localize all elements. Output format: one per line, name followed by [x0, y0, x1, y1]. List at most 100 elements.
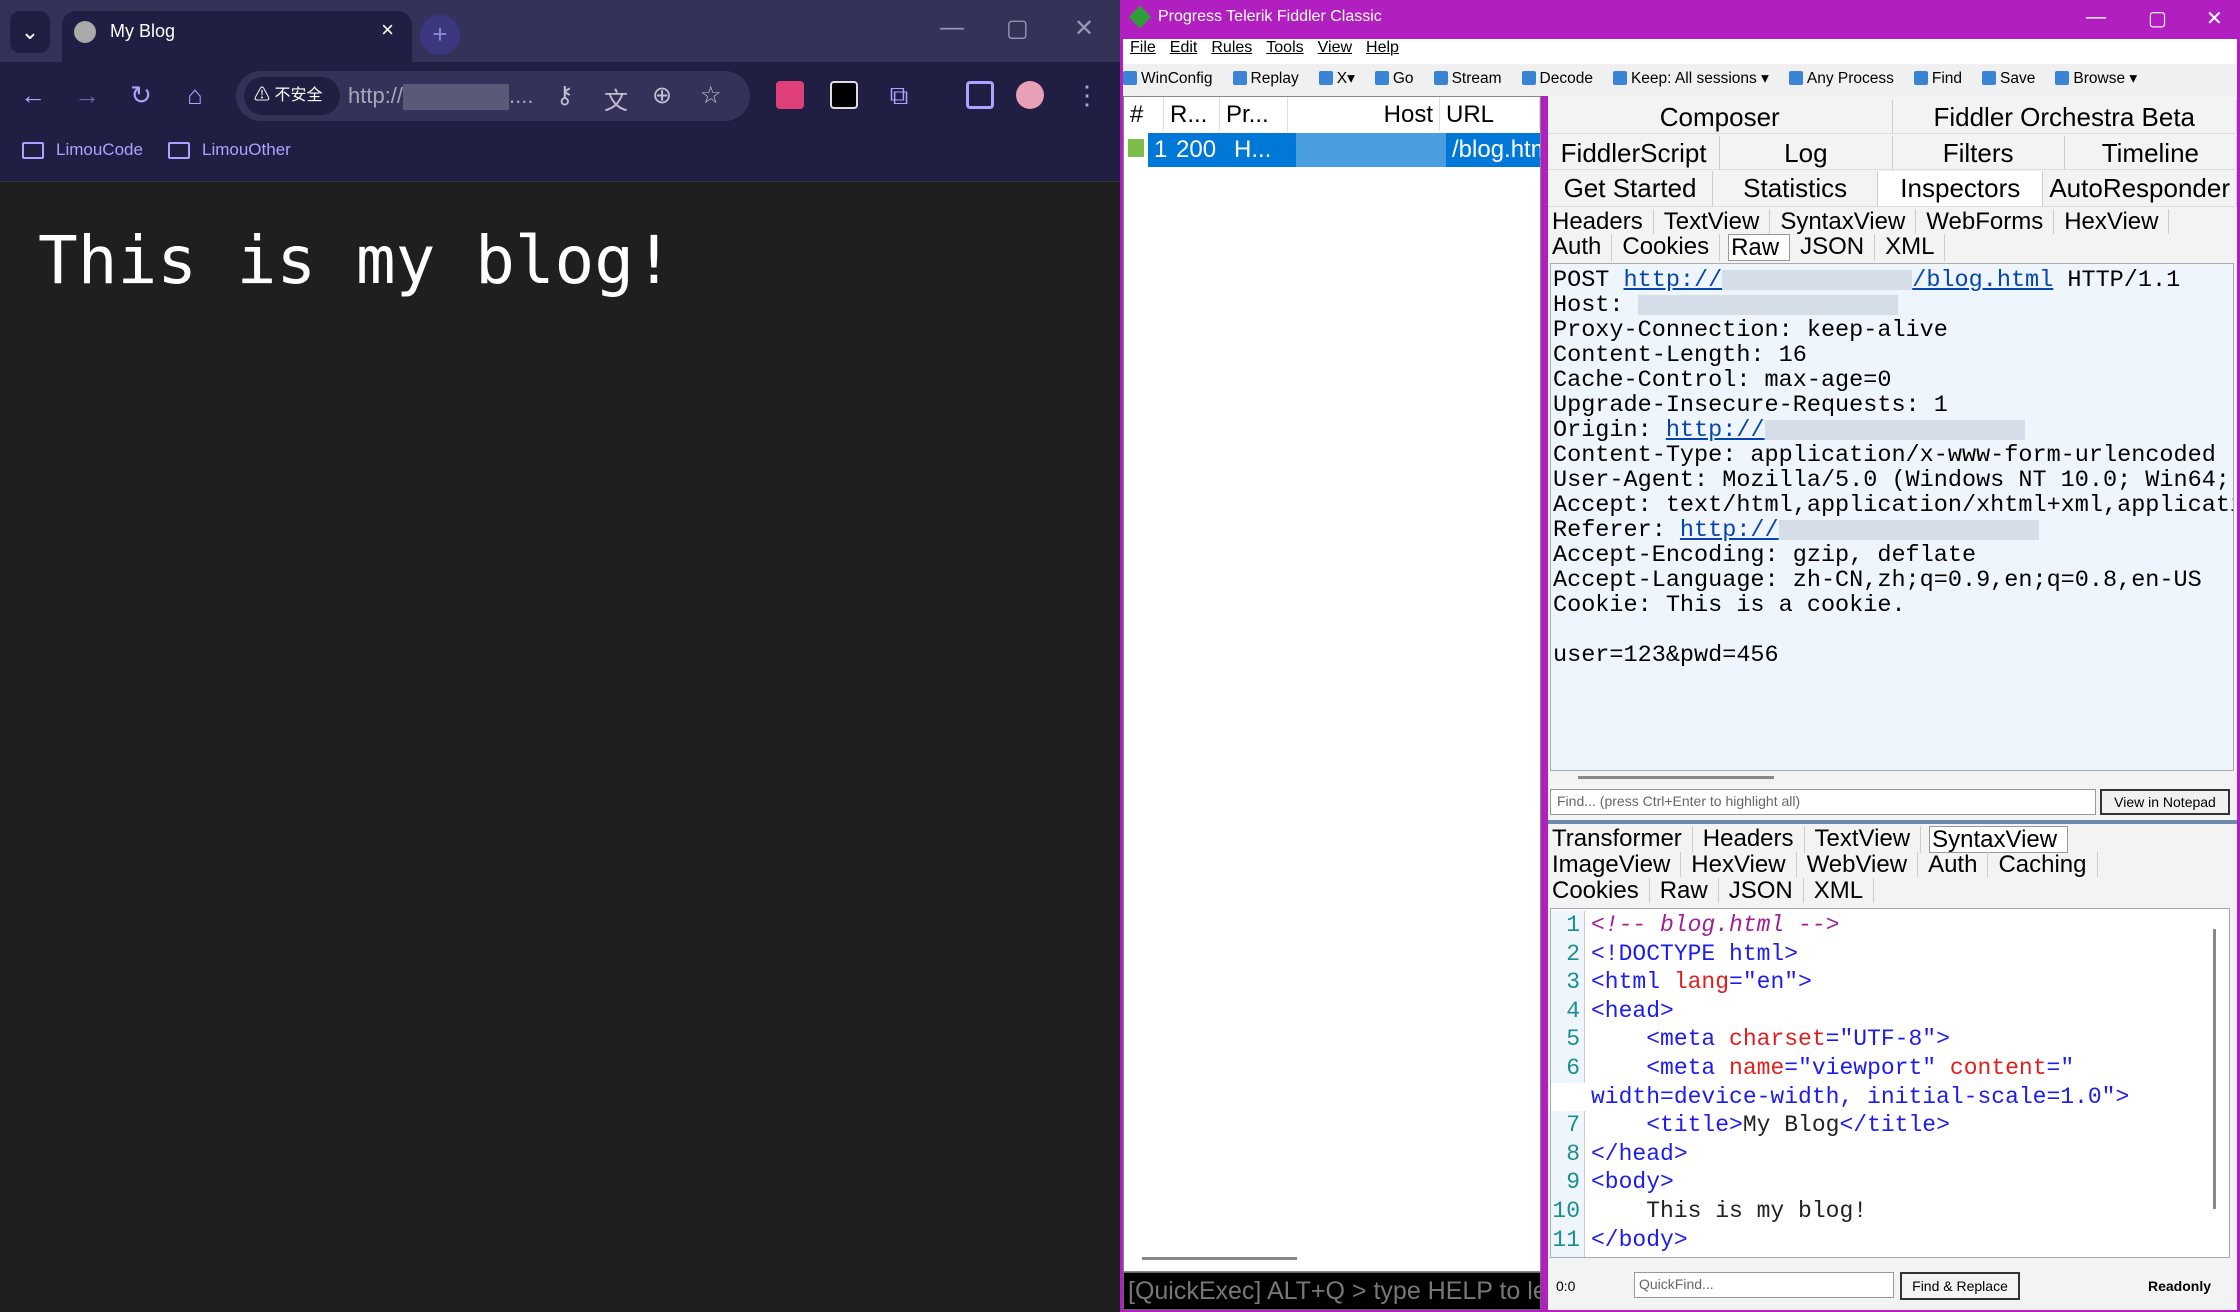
toolbar-winconfig-button[interactable]: WinConfig: [1123, 70, 1223, 87]
url-path-link[interactable]: /blog.html: [1912, 267, 2053, 294]
inspector-tab-syntaxview[interactable]: SyntaxView: [1929, 826, 2069, 853]
horizontal-scrollbar[interactable]: [1142, 1257, 1297, 1260]
toolbar-find-button[interactable]: Find: [1913, 70, 1972, 87]
inspector-tab-caching[interactable]: Caching: [1996, 852, 2098, 877]
col-number[interactable]: #: [1124, 97, 1164, 131]
tab-autoresponder[interactable]: AutoResponder: [2043, 171, 2238, 207]
tab-search-button[interactable]: ⌄: [10, 11, 50, 53]
close-window-button[interactable]: ✕: [1074, 14, 1094, 43]
tab-timeline[interactable]: Timeline: [2064, 136, 2237, 170]
toolbar-browse-button[interactable]: Browse ▾: [2055, 70, 2147, 87]
inspector-tab-cookies[interactable]: Cookies: [1550, 878, 1650, 903]
maximize-button[interactable]: ▢: [1006, 14, 1029, 43]
menu-view[interactable]: View: [1318, 39, 1352, 56]
toolbar-keep-all-sessions-button[interactable]: Keep: All sessions ▾: [1612, 70, 1779, 87]
back-icon[interactable]: ←: [16, 80, 50, 111]
menu-file[interactable]: File: [1130, 39, 1156, 56]
col-protocol[interactable]: Pr...: [1220, 97, 1288, 131]
extensions-puzzle-icon[interactable]: ⧉: [882, 80, 916, 112]
url-link[interactable]: http://: [1680, 517, 1779, 544]
view-in-notepad-button[interactable]: View in Notepad: [2100, 789, 2230, 815]
inspector-tab-hexview[interactable]: HexView: [2062, 209, 2170, 234]
bookmark-folder-limoucode[interactable]: LimouCode: [22, 140, 143, 160]
close-window-button[interactable]: ✕: [2206, 6, 2223, 31]
zoom-icon[interactable]: ⊕: [652, 81, 672, 110]
col-host[interactable]: Host: [1288, 97, 1440, 131]
horizontal-scrollbar[interactable]: [1578, 776, 1774, 779]
inspector-tab-textview[interactable]: TextView: [1662, 209, 1771, 234]
inspector-tab-textview[interactable]: TextView: [1813, 826, 1922, 853]
menu-edit[interactable]: Edit: [1170, 39, 1198, 56]
new-tab-button[interactable]: +: [420, 15, 460, 55]
inspector-tab-auth[interactable]: Auth: [1550, 234, 1613, 261]
tab-filters[interactable]: Filters: [1892, 136, 2065, 170]
toolbar-save-button[interactable]: Save: [1982, 70, 2045, 87]
password-key-icon[interactable]: ⚷: [556, 81, 574, 110]
close-tab-icon[interactable]: ×: [381, 17, 394, 43]
url-link[interactable]: http://: [1624, 267, 1723, 294]
session-row[interactable]: 1 200 H... /blog.html: [1148, 133, 1540, 167]
tab-inspectors[interactable]: Inspectors: [1878, 171, 2044, 207]
tab-my-blog[interactable]: My Blog ×: [62, 11, 412, 63]
inspector-tab-hexview[interactable]: HexView: [1689, 852, 1797, 877]
inspector-tab-xml[interactable]: XML: [1883, 234, 1946, 261]
inspector-tab-webforms[interactable]: WebForms: [1924, 209, 2055, 234]
inspector-tab-json[interactable]: JSON: [1798, 234, 1876, 261]
address-bar[interactable]: ⚠ 不安全 http://.... ⚷ 文 ⊕ ☆: [236, 71, 750, 121]
translate-icon[interactable]: 文: [604, 81, 628, 116]
home-icon[interactable]: ⌂: [178, 80, 212, 111]
toolbar-go-button[interactable]: Go: [1374, 70, 1424, 87]
menu-rules[interactable]: Rules: [1211, 39, 1252, 56]
find-input[interactable]: Find... (press Ctrl+Enter to highlight a…: [1550, 789, 2096, 815]
col-result[interactable]: R...: [1164, 97, 1220, 131]
col-url[interactable]: URL: [1440, 97, 1540, 131]
tab-statistics[interactable]: Statistics: [1713, 171, 1879, 207]
inspector-tab-raw[interactable]: Raw: [1658, 878, 1719, 903]
security-chip[interactable]: ⚠ 不安全: [244, 77, 340, 115]
menu-tools[interactable]: Tools: [1266, 39, 1303, 56]
tab-get-started[interactable]: Get Started: [1548, 171, 1714, 207]
pane-splitter[interactable]: [1548, 820, 2237, 824]
inspector-tab-xml[interactable]: XML: [1812, 878, 1875, 903]
inspector-tab-imageview[interactable]: ImageView: [1550, 852, 1682, 877]
inspector-tab-cookies[interactable]: Cookies: [1620, 234, 1721, 261]
tab-fiddlerscript[interactable]: FiddlerScript: [1548, 136, 1721, 170]
url-text[interactable]: http://....: [348, 83, 534, 111]
toolbar-any-process-button[interactable]: Any Process: [1788, 70, 1904, 87]
inspector-tab-transformer[interactable]: Transformer: [1550, 826, 1693, 853]
maximize-button[interactable]: ▢: [2148, 6, 2167, 31]
toolbar-decode-button[interactable]: Decode: [1521, 70, 1603, 87]
side-panel-icon[interactable]: [966, 81, 994, 109]
inspector-tab-auth[interactable]: Auth: [1926, 852, 1989, 877]
inspector-tab-json[interactable]: JSON: [1727, 878, 1804, 903]
bookmark-star-icon[interactable]: ☆: [700, 81, 722, 110]
extension-translate-icon[interactable]: [776, 81, 804, 109]
minimize-button[interactable]: —: [940, 14, 964, 42]
bookmark-folder-limouother[interactable]: LimouOther: [168, 140, 291, 160]
menu-help[interactable]: Help: [1366, 39, 1399, 56]
toolbar-stream-button[interactable]: Stream: [1433, 70, 1512, 87]
more-menu-icon[interactable]: ⋮: [1070, 80, 1104, 111]
inspector-tab-headers[interactable]: Headers: [1701, 826, 1805, 853]
inspector-tab-webview[interactable]: WebView: [1805, 852, 1919, 877]
tab-fiddler-orchestra-beta[interactable]: Fiddler Orchestra Beta: [1892, 100, 2237, 134]
url-link[interactable]: http://: [1666, 417, 1765, 444]
raw-request-text[interactable]: POST http:// /blog.html HTTP/1.1 Host: Pro…: [1550, 263, 2234, 771]
tab-composer[interactable]: Composer: [1548, 100, 1893, 134]
extension-glasses-icon[interactable]: [830, 81, 858, 109]
tab-log[interactable]: Log: [1720, 136, 1893, 170]
syntax-view-code[interactable]: 1 <!-- blog.html --> 2 <!DOCTYPE html> 3 <htm…: [1550, 908, 2230, 1258]
inspector-tab-headers[interactable]: Headers: [1550, 209, 1654, 234]
inspector-tab-syntaxview[interactable]: SyntaxView: [1778, 209, 1917, 234]
quickexec-input[interactable]: [QuickExec] ALT+Q > type HELP to learn m…: [1123, 1272, 1541, 1310]
reload-icon[interactable]: ↻: [124, 80, 158, 111]
toolbar-replay-button[interactable]: Replay: [1232, 70, 1309, 87]
quickfind-input[interactable]: QuickFind...: [1634, 1272, 1894, 1298]
inspector-tab-raw[interactable]: Raw: [1728, 234, 1791, 261]
forward-icon[interactable]: →: [70, 80, 104, 111]
profile-avatar[interactable]: [1016, 81, 1044, 109]
vertical-scrollbar[interactable]: [2213, 929, 2216, 1209]
toolbar-x-button[interactable]: X▾: [1318, 70, 1365, 87]
minimize-button[interactable]: —: [2086, 6, 2106, 29]
find-replace-button[interactable]: Find & Replace: [1900, 1272, 2020, 1300]
